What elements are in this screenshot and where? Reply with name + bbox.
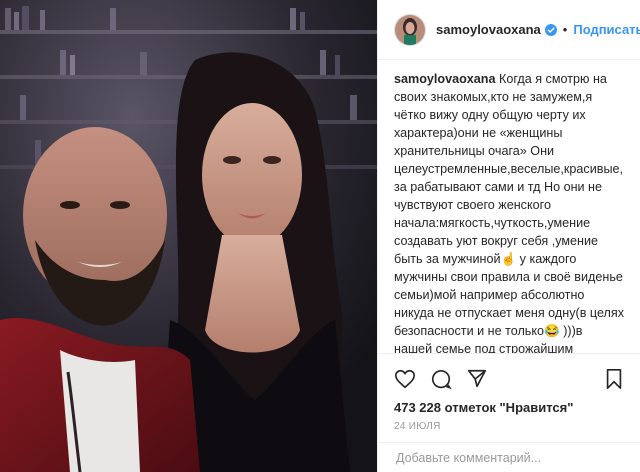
- post-header: samoylovaoxana • Подписаться: [378, 0, 640, 60]
- caption: samoylovaoxana Когда я смотрю на своих з…: [394, 70, 624, 353]
- post-date[interactable]: 24 ИЮЛЯ: [394, 421, 624, 432]
- likes-count[interactable]: 473 228 отметок "Нравится": [394, 400, 624, 415]
- caption-text: Когда я смотрю на своих знакомых,кто не …: [394, 72, 625, 354]
- post-sidebar: samoylovaoxana • Подписаться samoylovaox…: [378, 0, 640, 472]
- instagram-post: samoylovaoxana • Подписаться samoylovaox…: [0, 0, 640, 472]
- avatar-image: [395, 14, 425, 45]
- header-username[interactable]: samoylovaoxana: [436, 22, 541, 37]
- verified-badge-icon: [544, 23, 557, 36]
- add-comment-bar: [378, 442, 640, 472]
- avatar[interactable]: [394, 13, 426, 46]
- photo-illustration: [0, 0, 377, 472]
- post-photo[interactable]: [0, 0, 378, 472]
- comments-area[interactable]: samoylovaoxana Когда я смотрю на своих з…: [378, 60, 640, 353]
- caption-username[interactable]: samoylovaoxana: [394, 72, 496, 86]
- action-bar: 473 228 отметок "Нравится" 24 ИЮЛЯ: [378, 353, 640, 442]
- comment-icon[interactable]: [430, 368, 452, 390]
- action-icons: [394, 362, 624, 396]
- follow-button[interactable]: Подписаться: [573, 22, 640, 37]
- comment-input[interactable]: [394, 449, 624, 466]
- separator-dot: •: [562, 22, 568, 37]
- share-icon[interactable]: [466, 368, 488, 390]
- heart-icon[interactable]: [394, 368, 416, 390]
- bookmark-icon[interactable]: [604, 368, 624, 390]
